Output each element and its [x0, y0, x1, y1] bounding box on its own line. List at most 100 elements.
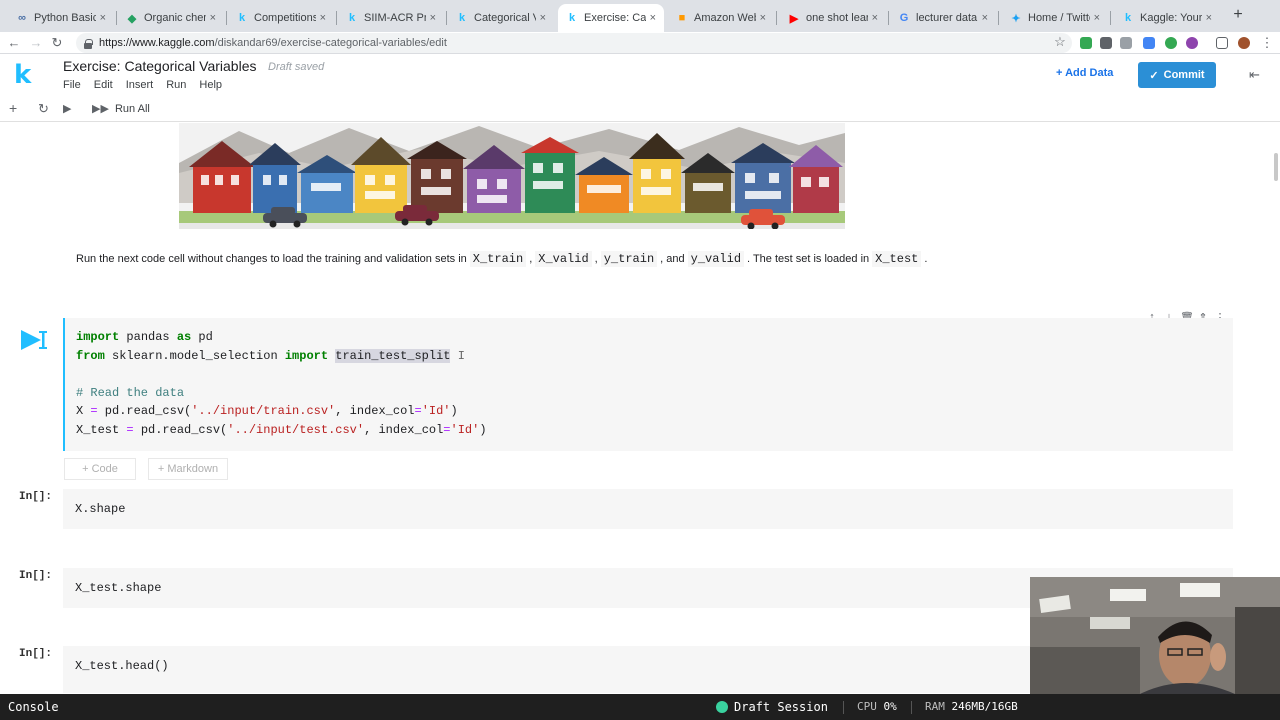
browser-tab[interactable]: k Competitions | Ka ×	[228, 4, 334, 32]
code-cell[interactable]: X.shape	[63, 489, 1233, 529]
browser-toolbar: ← → ↻ https://www.kaggle.com/diskandar69…	[0, 32, 1280, 54]
tab-separator	[226, 11, 227, 25]
run-cell-icon[interactable]	[19, 328, 49, 352]
browser-tab[interactable]: ∞ Python Basics wi ×	[8, 4, 114, 32]
tab-separator	[336, 11, 337, 25]
browser-tab[interactable]: k Kaggle: Your Hon ×	[1114, 4, 1220, 32]
menu-edit[interactable]: Edit	[94, 79, 113, 91]
browser-tab[interactable]: k Exercise: Catego ×	[558, 4, 664, 32]
extension-icon[interactable]	[1120, 37, 1132, 49]
kaggle-tab-icon: k	[348, 12, 356, 24]
browser-tab[interactable]: k Categorical Varia ×	[448, 4, 554, 32]
add-data-button[interactable]: + Add Data	[1056, 67, 1113, 79]
profile-avatar[interactable]	[1238, 37, 1250, 49]
drive-extension-icon[interactable]	[1080, 37, 1092, 49]
run-cell-icon[interactable]: ▶	[63, 102, 71, 115]
bracket-tab-icon: ◆	[127, 12, 137, 25]
session-status[interactable]: Draft Session	[716, 700, 828, 714]
menu-file[interactable]: File	[63, 79, 81, 91]
extension-icon[interactable]	[1165, 37, 1177, 49]
notebook-toolbar: + ↻ ▶ ▶▶ Run All	[0, 98, 1280, 122]
close-tab-icon[interactable]: ×	[210, 12, 216, 24]
code-x-train: X_train	[469, 251, 527, 267]
commit-button[interactable]: ✓ Commit	[1138, 62, 1216, 88]
tab-separator	[776, 11, 777, 25]
webcam-overlay	[1030, 577, 1280, 694]
tab-separator	[116, 11, 117, 25]
code-x-test: X_test	[872, 251, 922, 267]
twitter-tab-icon: ✦	[1011, 12, 1021, 25]
close-tab-icon[interactable]: ×	[540, 12, 546, 24]
python-tab-icon: ∞	[18, 12, 26, 24]
commit-label: Commit	[1163, 69, 1205, 81]
code-editor[interactable]: import pandas as pd from sklearn.model_s…	[76, 328, 1222, 440]
forward-icon[interactable]: →	[27, 34, 45, 52]
houses-banner-image	[179, 123, 845, 229]
close-tab-icon[interactable]: ×	[650, 12, 656, 24]
close-tab-icon[interactable]: ×	[760, 12, 766, 24]
tab-title: Categorical Varia	[474, 12, 536, 24]
session-label: Draft Session	[734, 700, 828, 714]
back-icon[interactable]: ←	[5, 34, 23, 52]
google-tab-icon: G	[899, 12, 909, 24]
cast-icon[interactable]	[1216, 37, 1228, 49]
ram-usage: RAM 246MB/16GB	[925, 700, 1018, 713]
tab-separator	[888, 11, 889, 25]
add-code-cell-button[interactable]: + Code	[64, 458, 136, 480]
kaggle-tab-icon: k	[568, 12, 576, 24]
browser-tab[interactable]: ▶ one shot learning ×	[780, 4, 886, 32]
cell-prompt: In[]:	[19, 648, 53, 660]
divider	[843, 701, 844, 714]
extension-icon[interactable]	[1100, 37, 1112, 49]
cpu-usage: CPU 0%	[857, 700, 897, 713]
close-tab-icon[interactable]: ×	[100, 12, 106, 24]
bookmark-star-icon[interactable]: ☆	[1051, 33, 1069, 51]
scrollbar-thumb[interactable]	[1274, 153, 1278, 181]
tab-title: Amazon Web Ser	[694, 12, 756, 24]
youtube-tab-icon: ▶	[789, 12, 799, 25]
browser-tab[interactable]: ◆ Organic chemistr ×	[118, 4, 224, 32]
browser-tab[interactable]: ■ Amazon Web Ser ×	[668, 4, 774, 32]
extension-icon[interactable]	[1186, 37, 1198, 49]
close-tab-icon[interactable]: ×	[430, 12, 436, 24]
code-cell-active[interactable]: import pandas as pd from sklearn.model_s…	[63, 318, 1233, 451]
chrome-menu-icon[interactable]: ⋮	[1258, 34, 1276, 52]
tab-title: Organic chemistr	[144, 12, 206, 24]
collapse-panel-icon[interactable]: ⇤	[1249, 67, 1260, 83]
restart-icon[interactable]: ↻	[38, 101, 49, 117]
close-tab-icon[interactable]: ×	[982, 12, 988, 24]
new-tab-button[interactable]: +	[1229, 6, 1247, 26]
browser-tab[interactable]: k SIIM-ACR Pneum ×	[338, 4, 444, 32]
close-tab-icon[interactable]: ×	[872, 12, 878, 24]
reload-icon[interactable]: ↻	[48, 34, 66, 52]
notebook-title[interactable]: Exercise: Categorical Variables	[63, 58, 257, 74]
add-cell-icon[interactable]: +	[9, 100, 17, 116]
lock-icon	[84, 38, 93, 49]
menu-run[interactable]: Run	[166, 79, 186, 91]
console-toggle[interactable]: Console	[8, 700, 59, 714]
cell-prompt: In[]:	[19, 491, 53, 503]
tab-title: SIIM-ACR Pneum	[364, 12, 426, 24]
run-all-button[interactable]: ▶▶ Run All	[92, 102, 150, 115]
address-bar[interactable]: https://www.kaggle.com/diskandar69/exerc…	[76, 33, 1072, 53]
close-tab-icon[interactable]: ×	[320, 12, 326, 24]
draft-status: Draft saved	[268, 61, 325, 73]
close-tab-icon[interactable]: ×	[1206, 12, 1212, 24]
cell-code[interactable]: X.shape	[75, 500, 1221, 519]
aws-tab-icon: ■	[678, 12, 686, 24]
add-markdown-cell-button[interactable]: + Markdown	[148, 458, 228, 480]
tab-separator	[1110, 11, 1111, 25]
browser-tab[interactable]: Glecturer data scie ×	[890, 4, 996, 32]
session-active-dot-icon	[716, 701, 728, 713]
translate-extension-icon[interactable]	[1143, 37, 1155, 49]
close-tab-icon[interactable]: ×	[1094, 12, 1100, 24]
menu-insert[interactable]: Insert	[126, 79, 154, 91]
kaggle-tab-icon: k	[238, 12, 246, 24]
kaggle-logo[interactable]: k	[14, 60, 31, 90]
kaggle-tab-icon: k	[458, 12, 466, 24]
browser-tab[interactable]: ✦ Home / Twitter ×	[1002, 4, 1108, 32]
tab-separator	[446, 11, 447, 25]
url-host: https://www.kaggle.com	[99, 37, 215, 49]
divider	[911, 701, 912, 714]
menu-help[interactable]: Help	[199, 79, 222, 91]
